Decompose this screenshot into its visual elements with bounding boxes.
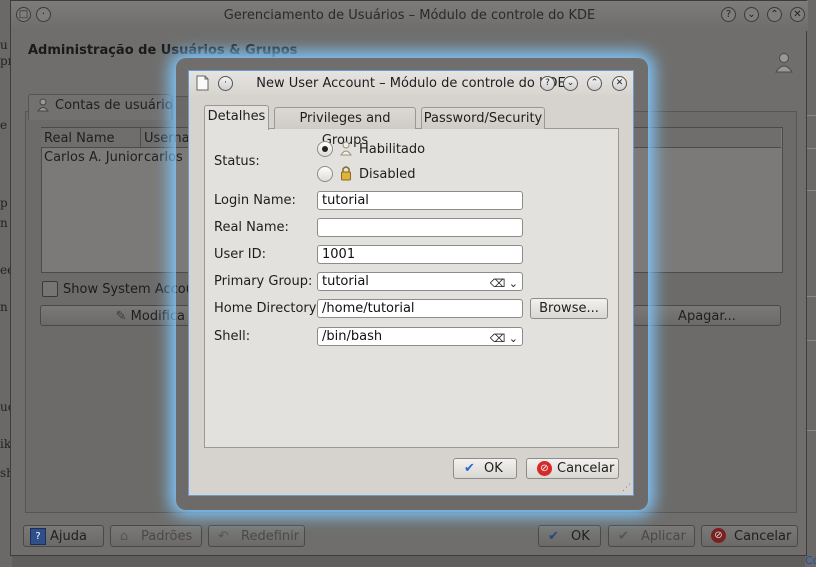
dialog-cancel-button[interactable]: ⊘ Cancelar <box>526 458 619 479</box>
reset-button[interactable]: ↶ Redefinir <box>208 525 305 547</box>
tab-user-accounts-label: Contas de usuário <box>55 98 173 113</box>
apply-button[interactable]: ✔ Aplicar <box>608 525 695 547</box>
close-icon[interactable]: ✕ <box>612 76 627 91</box>
shell-label: Shell: <box>214 329 251 344</box>
check-icon: ✔ <box>464 461 475 476</box>
primary-group-combo[interactable]: tutorial ⌫ ⌄ <box>317 272 523 291</box>
user-icon <box>775 53 793 73</box>
login-name-field[interactable]: tutorial <box>317 191 523 210</box>
user-tab-icon <box>37 98 49 112</box>
tab-privileges-groups[interactable]: Privileges and Groups <box>274 107 416 148</box>
resize-grip-icon[interactable]: ⋰ <box>622 483 631 493</box>
cancel-icon: ⊘ <box>711 528 726 543</box>
chevron-down-icon[interactable]: ⌄ <box>509 332 518 345</box>
home-directory-label: Home Directory: <box>214 301 320 316</box>
defaults-icon: ⌂ <box>120 529 129 544</box>
defaults-button[interactable]: ⌂ Padrões <box>110 525 202 547</box>
maximize-icon[interactable]: ⌃ <box>767 7 782 22</box>
new-user-dialog: · New User Account – Módulo de controle … <box>188 70 634 496</box>
tab-password-security[interactable]: Password/Security <box>421 107 545 129</box>
status-enabled-radio[interactable] <box>317 141 333 157</box>
chevron-down-icon[interactable]: ⌄ <box>509 277 518 290</box>
cancel-button[interactable]: ⊘ Cancelar <box>701 525 798 547</box>
reset-icon: ↶ <box>218 529 229 544</box>
maximize-icon[interactable]: ⌃ <box>587 76 602 91</box>
lock-icon <box>341 166 351 181</box>
browse-button[interactable]: Browse... <box>530 298 608 319</box>
help-titlebar-icon[interactable]: ? <box>540 76 555 91</box>
row-real-name[interactable]: Carlos A. Junior <box>44 150 143 165</box>
help-button[interactable]: ? Ajuda <box>23 525 104 547</box>
close-icon[interactable]: ✕ <box>790 7 805 22</box>
dialog-ok-button[interactable]: ✔ OK <box>453 458 517 479</box>
clear-and-dropdown[interactable]: ⌫ ⌄ <box>490 275 518 292</box>
user-enabled-icon <box>340 141 352 156</box>
help-book-icon: ? <box>30 528 46 545</box>
show-system-accounts-checkbox[interactable] <box>42 281 58 297</box>
delete-button[interactable]: Apagar... <box>633 305 781 326</box>
primary-group-label: Primary Group: <box>214 274 313 289</box>
column-header-real-name[interactable]: Real Name <box>44 131 115 146</box>
main-window-title: Gerenciamento de Usuários – Módulo de co… <box>223 8 596 23</box>
clear-icon[interactable]: ⌫ <box>490 277 506 290</box>
real-name-field[interactable] <box>317 218 523 237</box>
status-enabled-label: Habilitado <box>359 142 426 157</box>
real-name-label: Real Name: <box>214 220 289 235</box>
home-directory-field[interactable]: /home/tutorial <box>317 299 523 318</box>
modify-button[interactable]: ✎ Modifica <box>40 305 190 326</box>
user-id-field[interactable]: 1001 <box>317 245 523 264</box>
shell-combo[interactable]: /bin/bash ⌫ ⌄ <box>317 327 523 346</box>
login-name-label: Login Name: <box>214 193 296 208</box>
show-system-accounts-label: Show System Accou <box>63 282 194 297</box>
minimize-icon[interactable]: ⌄ <box>563 76 578 91</box>
status-disabled-label: Disabled <box>359 167 416 182</box>
cancel-icon: ⊘ <box>537 461 552 476</box>
status-label: Status: <box>214 154 260 169</box>
tab-details[interactable]: Detalhes <box>204 105 269 130</box>
help-titlebar-icon[interactable]: ? <box>721 7 736 22</box>
edit-icon: ✎ <box>115 309 127 324</box>
minimize-icon[interactable]: ⌄ <box>744 7 759 22</box>
clear-and-dropdown[interactable]: ⌫ ⌄ <box>490 330 518 347</box>
status-disabled-radio[interactable] <box>317 166 333 182</box>
ok-button[interactable]: ✔ OK <box>538 525 601 547</box>
check-icon: ✔ <box>548 529 559 544</box>
page-title: Administração de Usuários & Grupos <box>28 43 298 58</box>
clear-icon[interactable]: ⌫ <box>490 332 506 345</box>
apply-check-icon: ✔ <box>618 529 629 544</box>
user-id-label: User ID: <box>214 247 266 262</box>
